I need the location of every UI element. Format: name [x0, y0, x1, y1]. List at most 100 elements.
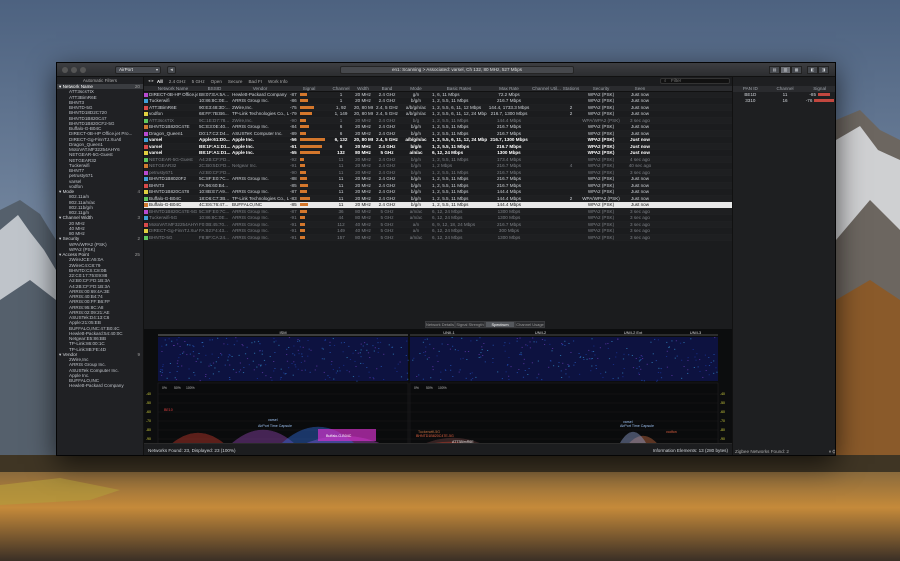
cell: 20 MHz: [353, 118, 373, 124]
cell: Just now: [621, 124, 659, 130]
waterfall-noise: [586, 354, 587, 355]
waterfall-noise: [247, 358, 248, 359]
sidebar-item[interactable]: Hewlett-Packard Company: [57, 383, 143, 388]
column-header[interactable]: Basic Rates: [431, 86, 487, 91]
waterfall-noise: [226, 338, 227, 339]
viz-tab[interactable]: Network Details: [425, 321, 455, 328]
cell: 6, 12, 24 Mbps: [431, 215, 487, 221]
viz-tab[interactable]: Signal Strength: [455, 321, 485, 328]
waterfall-noise: [653, 353, 654, 354]
cell: [561, 228, 581, 234]
column-header[interactable]: Width: [353, 86, 373, 91]
nav-arrows[interactable]: ◂ ▸: [148, 78, 154, 84]
filter-tab[interactable]: Secure: [228, 79, 243, 84]
panel-left-button[interactable]: ◧: [807, 66, 818, 74]
column-header[interactable]: Vendor: [231, 86, 289, 91]
waterfall-noise: [363, 363, 364, 364]
filter-tab[interactable]: All: [157, 79, 163, 84]
column-header[interactable]: BSSID: [198, 86, 231, 91]
cell: WPA2 (PSK): [581, 105, 621, 111]
view-sidebar-button[interactable]: ▤: [769, 66, 780, 74]
signal-value: -91: [290, 163, 300, 169]
waterfall-noise: [550, 361, 551, 362]
column-header[interactable]: Network Name: [148, 86, 198, 91]
cell: -75: [289, 105, 329, 111]
waterfall-noise: [521, 354, 522, 355]
cell: g/n: [401, 92, 431, 98]
cell: B8:1F:A1:D1...: [198, 144, 231, 150]
table-row[interactable]: BHNTD-5G F8:8F:CA:24... ARRIS Group Inc. -9…: [144, 235, 732, 242]
waterfall-noise: [378, 352, 379, 353]
column-header[interactable]: Channel Util...: [531, 86, 561, 91]
column-header[interactable]: Stations: [561, 86, 581, 91]
cell: [561, 157, 581, 163]
cell: a/b/g/n/ac: [401, 111, 431, 117]
interface-select[interactable]: AirPort ▾: [115, 66, 161, 74]
view-table-button[interactable]: ▥: [780, 66, 791, 74]
cell: 2: [561, 196, 581, 202]
waterfall-noise: [452, 337, 453, 338]
filter-tab[interactable]: Bad FI: [248, 79, 262, 84]
waterfall-noise: [671, 375, 672, 376]
signal-value: -84: [290, 124, 300, 130]
viz-tab[interactable]: Channel Usage: [515, 321, 545, 328]
cell: 11: [329, 202, 353, 208]
waterfall-noise: [694, 367, 695, 368]
density-legend-label: 50%: [174, 386, 181, 390]
waterfall-noise: [567, 364, 568, 365]
search-field[interactable]: ⌕ Filter: [660, 78, 730, 84]
waterfall-noise: [687, 360, 688, 361]
close-button[interactable]: [62, 67, 68, 73]
waterfall-noise: [504, 342, 505, 343]
filter-tab[interactable]: 2.4 GHz: [169, 79, 186, 84]
signal-value: -90: [290, 170, 300, 176]
zigbee-row[interactable]: 3310 16 -76: [733, 98, 836, 104]
filter-tab[interactable]: 5 GHz: [192, 79, 205, 84]
waterfall-noise: [375, 347, 376, 348]
panel-right-button[interactable]: ◨: [818, 66, 829, 74]
waterfall-noise: [523, 377, 524, 378]
scan-toggle-button[interactable]: ◂: [167, 66, 176, 74]
minimize-button[interactable]: [71, 67, 77, 73]
filter-tab[interactable]: Work Info: [268, 79, 288, 84]
zoom-button[interactable]: [80, 67, 86, 73]
waterfall-noise: [681, 378, 682, 379]
waterfall-noise: [274, 352, 275, 353]
cell: petrusty671: [148, 170, 198, 176]
waterfall-noise: [600, 373, 601, 374]
title-bar: AirPort ▾ ◂ en1: Scanning > Associated: v…: [57, 63, 836, 77]
column-header[interactable]: Seen: [621, 86, 659, 91]
column-header[interactable]: Mode: [401, 86, 431, 91]
cell: [531, 98, 561, 104]
viz-tab[interactable]: Spectrum: [485, 321, 515, 328]
waterfall-noise: [280, 379, 281, 380]
waterfall-noise: [367, 344, 368, 345]
cell: Just now: [621, 137, 659, 143]
waterfall-noise: [452, 376, 453, 377]
waterfall-noise: [327, 375, 328, 376]
cell: 5 GHz: [373, 215, 401, 221]
column-header[interactable]: Max Rate: [487, 86, 531, 91]
signal-bar: [300, 216, 305, 219]
cell: [561, 92, 581, 98]
waterfall-noise: [661, 368, 662, 369]
cell: Apple Inc.: [231, 150, 289, 156]
waterfall-noise: [293, 375, 294, 376]
column-header[interactable]: Band: [373, 86, 401, 91]
waterfall-noise: [243, 367, 244, 368]
cell: 11: [329, 170, 353, 176]
cell: a/n/ac: [401, 215, 431, 221]
zigbee-controls[interactable]: ⏸ ⚙: [829, 449, 836, 454]
column-header[interactable]: Security: [581, 86, 621, 91]
column-header[interactable]: Signal: [289, 86, 329, 91]
column-header[interactable]: Channel: [329, 86, 353, 91]
view-split-button[interactable]: ▦: [791, 66, 802, 74]
waterfall-noise: [162, 366, 163, 367]
cell: 149: [329, 228, 353, 234]
cell: WPA2 (PSK): [581, 124, 621, 130]
waterfall-noise: [466, 378, 467, 379]
signal-bar: [300, 106, 314, 109]
filter-tab[interactable]: Open: [211, 79, 222, 84]
waterfall-noise: [297, 341, 298, 342]
waterfall-noise: [324, 340, 325, 341]
